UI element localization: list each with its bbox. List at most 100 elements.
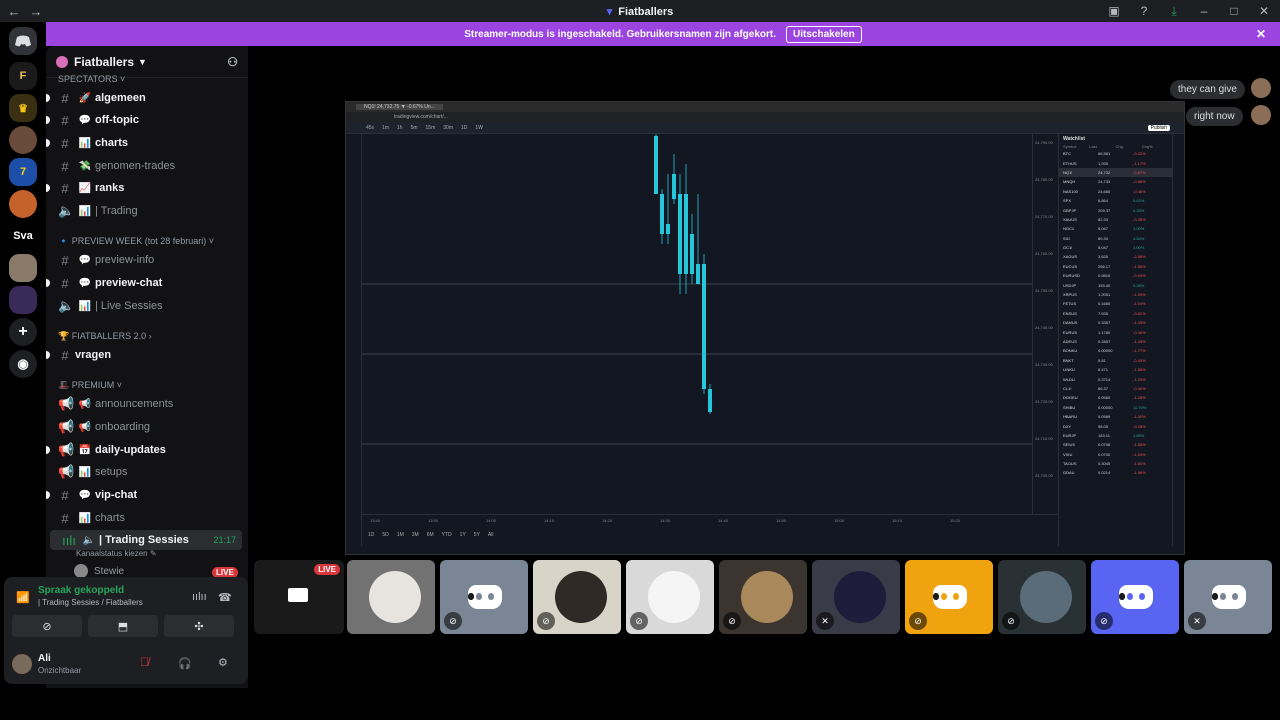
avatar [648,571,700,623]
participant-tile[interactable] [347,560,435,634]
server-icon-fiatballers[interactable]: F [9,62,37,90]
channel-status[interactable]: Kanaalstatus kiezen ✎ [76,549,157,558]
watchlist-row: VIXU 0.0700 -1.54% [1059,450,1172,459]
server-icon-photo[interactable] [9,254,37,282]
channel-off-topic[interactable]: # 💬 off-topic [46,110,248,130]
stream-preview-tile[interactable]: LIVE [254,560,344,634]
discover-icon[interactable]: ◉ [9,350,37,378]
settings-icon[interactable]: ⚙ [218,656,228,669]
channel-setups[interactable]: 📢 📊 setups [46,462,248,482]
noise-suppression-icon[interactable]: ıılıı [192,591,207,603]
watchlist-cell: 8.471 [1098,367,1109,373]
mic-muted-icon[interactable]: 🎙̸ [140,655,149,669]
server-icon-avatar[interactable] [9,126,37,154]
participant-tile[interactable]: ⊘ [1091,560,1179,634]
server-icon-pumpkin[interactable] [9,190,37,218]
channel-trading-sessies[interactable]: ıılı 🔈 | Trading Sessies 21:17 [50,530,242,550]
watchlist-row: EURUSD 0.9816 -0.94% [1059,271,1172,280]
server-icon-sva[interactable]: Sva [9,222,37,250]
discord-home-icon[interactable] [9,27,37,55]
voice-stage: they can give right now NQ1! 24,732.75 ▼… [248,46,1280,720]
watchlist-row: ADEUS 0.2897 -1.43% [1059,337,1172,346]
price-axis: 24,790.00 24,780.00 24,770.00 24,760.00 24,7… [1032,134,1058,514]
avatar[interactable] [12,654,32,674]
voice-status[interactable]: Spraak gekoppeld [38,585,124,596]
watchlist-cell: -0.67% [1133,169,1146,175]
activities-button[interactable]: ✣ [164,615,234,637]
watchlist-cell: 3.54% [1133,235,1145,241]
disconnect-icon[interactable]: ☎ [218,591,232,604]
channel-algemeen[interactable]: # 🚀 algemeen [46,88,248,108]
voice-user-stewie[interactable]: Stewie [74,564,124,578]
help-icon[interactable]: ? [1136,4,1152,18]
server-icon-blue[interactable]: 7 [9,158,37,186]
watchlist-cell: WLDU [1063,376,1075,382]
camera-button[interactable]: ⊘ [12,615,82,637]
watchlist-cell: 5.81 [1098,357,1106,363]
participant-tile[interactable]: ⊘ [626,560,714,634]
channel-preview-chat[interactable]: # 💬 preview-chat [46,273,248,293]
maximize-icon[interactable]: □ [1226,4,1242,18]
channel-ranks[interactable]: # 📈 ranks [46,178,248,198]
channel-label: algemeen [95,92,146,104]
server-icon-crown[interactable]: ♛ [9,94,37,122]
participant-tile[interactable]: ⊘ [440,560,528,634]
category-label: SPECTATORS [58,74,118,84]
category-label: PREMIUM [71,380,115,390]
disable-streamer-button[interactable]: Uitschakelen [786,25,862,43]
watchlist-cell: -2.58% [1133,254,1146,260]
screenshare-button[interactable]: ⬒ [88,615,158,637]
watchlist-cell: -1.04% [1133,301,1146,307]
channel-genomen-trades[interactable]: # 💸 genomen-trades [46,156,248,176]
category-spectators[interactable]: SPECTATORS ˅ [58,74,125,84]
watchlist-cell: ENSUS [1063,310,1077,316]
timeframe-button: 45s [366,124,375,131]
participant-tile[interactable]: ✕ [812,560,900,634]
participant-tile[interactable]: ⊘ [719,560,807,634]
camera-off-icon: ⊘ [42,620,52,633]
watchlist-cell: 0.33% [1133,207,1145,213]
watchlist-cell: -1.43% [1133,320,1146,326]
close-icon[interactable]: ✕ [1256,4,1272,18]
watchlist-cell: 0.0960 [1098,395,1111,401]
watchlist-row: ETHUS 1,935 -1.17% [1059,158,1172,167]
add-server-icon[interactable]: + [9,318,37,346]
mic-muted-icon: ⊘ [1095,612,1113,630]
watchlist-row: GDAU 0.0214 -1.96% [1059,468,1172,477]
category-preview[interactable]: 🔹 PREVIEW WEEK (tot 28 februari) ˅ [58,236,214,247]
category-fiatballers[interactable]: 🏆 FIATBALLERS 2.0 › [58,331,152,342]
watchlist-cell: -1.29% [1133,376,1146,382]
channel-preview-info[interactable]: # 💬 preview-info [46,250,248,270]
channel-daily-updates[interactable]: 📢 📅 daily-updates [46,440,248,460]
watchlist-cell: -0.94% [1133,273,1146,279]
watchlist-cell: NGC1 [1063,226,1075,232]
headphones-icon[interactable]: 🎧 [178,657,192,670]
invite-icon[interactable]: ⚇ [227,55,238,69]
participant-tile[interactable]: ✕ [1184,560,1272,634]
category-premium[interactable]: 🎩 PREMIUM ˅ [58,380,122,391]
channel-charts-premium[interactable]: # 📊 charts [46,508,248,528]
channel-trading-voice[interactable]: 🔈 📊 | Trading [46,201,248,221]
channel-live-sessies[interactable]: 🔈 📊 | Live Sessies [46,296,248,316]
participant-tile[interactable]: ⊘ [533,560,621,634]
watchlist-cell: SPX [1063,198,1072,204]
participant-tile[interactable]: ⊘ [905,560,993,634]
channel-announcements[interactable]: 📢 📢 announcements [46,394,248,414]
chat-bubble: they can give [1170,80,1245,99]
watchlist-cell: -0.40% [1133,385,1146,391]
watchlist-row: GC1! 5,047 1.00% [1059,243,1172,252]
voice-location[interactable]: | Trading Sessies / Fiatballers [38,598,143,607]
inbox-icon[interactable]: ▣ [1106,4,1122,18]
download-icon[interactable]: ⤓ [1166,4,1182,19]
channel-vragen[interactable]: # vragen [46,345,248,365]
channel-label: daily-updates [95,444,166,456]
avatar [834,571,886,623]
shared-screen[interactable]: NQ1! 24,732.75 ▼ -0.67% Un... tradingvie… [345,101,1185,555]
server-icon-purple[interactable] [9,286,37,314]
participant-tile[interactable]: ⊘ [998,560,1086,634]
channel-onboarding[interactable]: 📢 📢 onboarding [46,417,248,437]
banner-close-icon[interactable]: ✕ [1256,27,1266,41]
channel-vip-chat[interactable]: # 💬 vip-chat [46,485,248,505]
minimize-icon[interactable]: – [1196,4,1212,18]
channel-charts[interactable]: # 📊 charts [46,133,248,153]
